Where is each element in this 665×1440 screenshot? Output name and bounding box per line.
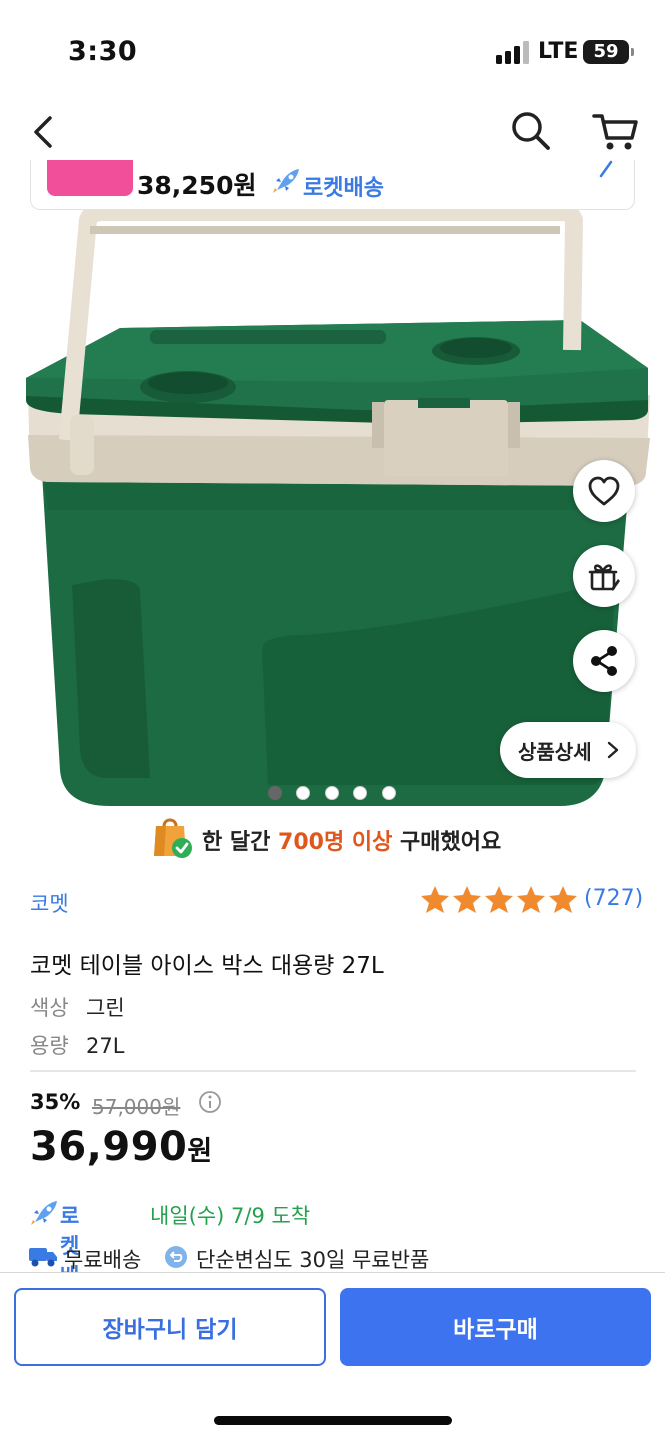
cart-icon[interactable] xyxy=(590,106,642,154)
summary-thumbnail xyxy=(47,160,133,196)
option-value: 그린 xyxy=(86,996,125,1020)
navigation-bar xyxy=(0,100,665,160)
option-label: 색상 xyxy=(30,996,69,1020)
buy-now-button[interactable]: 바로구매 xyxy=(340,1288,651,1366)
gift-button[interactable] xyxy=(573,545,635,607)
add-to-cart-button[interactable]: 장바구니 담기 xyxy=(14,1288,326,1366)
brand-link[interactable]: 코멧 xyxy=(30,888,69,918)
share-button[interactable] xyxy=(573,630,635,692)
free-shipping-label: 무료배송 xyxy=(64,1248,142,1272)
gift-icon xyxy=(588,564,620,591)
chevron-right-icon xyxy=(607,741,619,759)
option-color-row: 색상 그린 xyxy=(30,992,125,1022)
bottom-action-bar: 장바구니 담기 바로구매 xyxy=(0,1272,665,1440)
home-indicator xyxy=(214,1416,452,1425)
divider xyxy=(30,1070,636,1072)
share-icon xyxy=(591,646,617,676)
carousel-dot[interactable] xyxy=(325,786,339,800)
search-icon[interactable] xyxy=(506,106,554,154)
review-count: (727) xyxy=(584,886,644,911)
purchase-count-text: 한 달간 700명 이상 구매했어요 xyxy=(202,830,502,855)
star-rating-icon xyxy=(421,886,577,913)
sale-price: 36,990원 xyxy=(30,1124,213,1170)
heart-icon xyxy=(588,476,620,506)
product-image-carousel[interactable]: 상품상세 xyxy=(0,210,665,808)
option-capacity-row: 용량 27L xyxy=(30,1030,124,1060)
original-price: 57,000원 xyxy=(92,1095,181,1119)
carousel-dot[interactable] xyxy=(353,786,367,800)
edit-icon[interactable] xyxy=(597,160,617,180)
option-label: 용량 xyxy=(30,1034,69,1058)
product-title: 코멧 테이블 아이스 박스 대용량 27L xyxy=(30,953,384,979)
info-icon[interactable] xyxy=(198,1090,222,1114)
cooler-product-image xyxy=(26,210,650,806)
shopping-bag-check-icon xyxy=(154,818,192,858)
arrival-date: 내일(수) 7/9 도착 xyxy=(150,1204,311,1228)
cellular-signal-icon xyxy=(496,41,529,64)
truck-icon xyxy=(29,1248,57,1267)
carousel-indicator xyxy=(268,786,398,800)
battery-icon: 59 xyxy=(583,40,634,64)
product-detail-button[interactable]: 상품상세 xyxy=(500,722,636,778)
discount-rate: 35% xyxy=(30,1090,81,1114)
back-chevron-icon[interactable] xyxy=(22,106,66,154)
network-label: LTE xyxy=(538,39,579,64)
carousel-dot[interactable] xyxy=(268,786,282,800)
rocket-icon xyxy=(31,1201,57,1225)
purchase-count-highlight: 700명 이상 xyxy=(278,830,393,855)
summary-rocket-label: 로켓배송 xyxy=(303,176,384,201)
rating-summary[interactable]: (727) xyxy=(420,884,644,916)
free-return-label: 단순변심도 30일 무료반품 xyxy=(196,1248,430,1272)
carousel-dot[interactable] xyxy=(296,786,310,800)
return-icon xyxy=(165,1246,187,1268)
option-value: 27L xyxy=(86,1034,125,1058)
purchase-count-banner: 한 달간 700명 이상 구매했어요 xyxy=(0,808,665,868)
carousel-dot[interactable] xyxy=(382,786,396,800)
sticky-price-summary[interactable]: 38,250원 로켓배송 xyxy=(30,160,635,210)
status-time: 3:30 xyxy=(68,36,138,67)
wishlist-button[interactable] xyxy=(573,460,635,522)
product-detail-label: 상품상세 xyxy=(518,740,592,764)
summary-price: 38,250원 xyxy=(137,171,257,200)
status-bar: 3:30 LTE 59 xyxy=(0,0,665,100)
rocket-icon xyxy=(273,169,299,193)
